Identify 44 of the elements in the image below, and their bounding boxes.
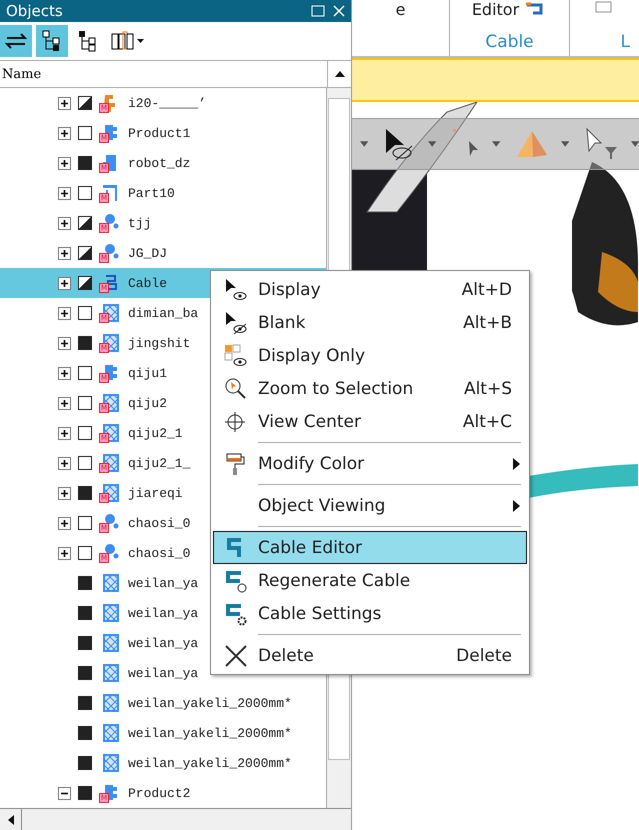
object-name: weilan_ya [128, 636, 198, 650]
menu-label: Regenerate Cable [258, 570, 412, 590]
object-name: jingshit [128, 336, 190, 350]
menu-shortcut: Delete [456, 646, 513, 666]
object-name: chaosi_0 [128, 546, 190, 560]
object-name: robot_dz [128, 156, 190, 170]
object-name: weilan_yakeli_2000mm* [128, 756, 292, 770]
object-name: Part10 [128, 186, 175, 200]
menu-label: View Center [258, 412, 362, 432]
object-name: tjj [128, 216, 152, 230]
object-name: weilan_yakeli_2000mm* [128, 696, 292, 710]
object-name: Product1 [128, 126, 190, 140]
menu-label: Object Viewing [258, 496, 386, 516]
menu-label: Display Only [258, 346, 366, 366]
menu-shortcut: Alt+B [463, 312, 513, 332]
object-name: chaosi_0 [128, 516, 190, 530]
menu-label: Blank [258, 312, 306, 332]
menu-label: Cable Editor [258, 538, 363, 558]
menu-label: Zoom to Selection [258, 378, 414, 398]
menu-label: Display [258, 280, 322, 300]
menu-shortcut: Alt+S [464, 378, 513, 398]
object-name: jiareqi [128, 486, 183, 500]
object-name: JG_DJ [128, 246, 168, 260]
panel-title: Objects [6, 2, 64, 20]
object-name: Product2 [128, 786, 190, 800]
object-name: qiju2 [128, 396, 168, 410]
object-name: i20-_____’ [128, 96, 206, 110]
menu-label: Modify Color [258, 454, 366, 474]
object-name: qiju2_1 [128, 426, 183, 440]
object-name: weilan_ya [128, 666, 198, 680]
menu-label: Cable Settings [258, 604, 382, 624]
object-name: weilan_yakeli_2000mm* [128, 726, 292, 740]
ribbon-group-label: Cable [485, 32, 534, 52]
ribbon-group-label: L [620, 32, 630, 52]
object-name: weilan_ya [128, 606, 198, 620]
object-name: weilan_ya [128, 576, 198, 590]
object-name: dimian_ba [128, 306, 198, 320]
menu-shortcut: Alt+D [462, 280, 513, 300]
object-name: qiju1 [128, 366, 168, 380]
menu-shortcut: Alt+C [462, 412, 513, 432]
ribbon-label: e [396, 0, 406, 19]
object-name: Cable [128, 276, 168, 290]
object-name: qiju2_1_ [128, 456, 190, 470]
menu-label: Delete [258, 646, 315, 666]
